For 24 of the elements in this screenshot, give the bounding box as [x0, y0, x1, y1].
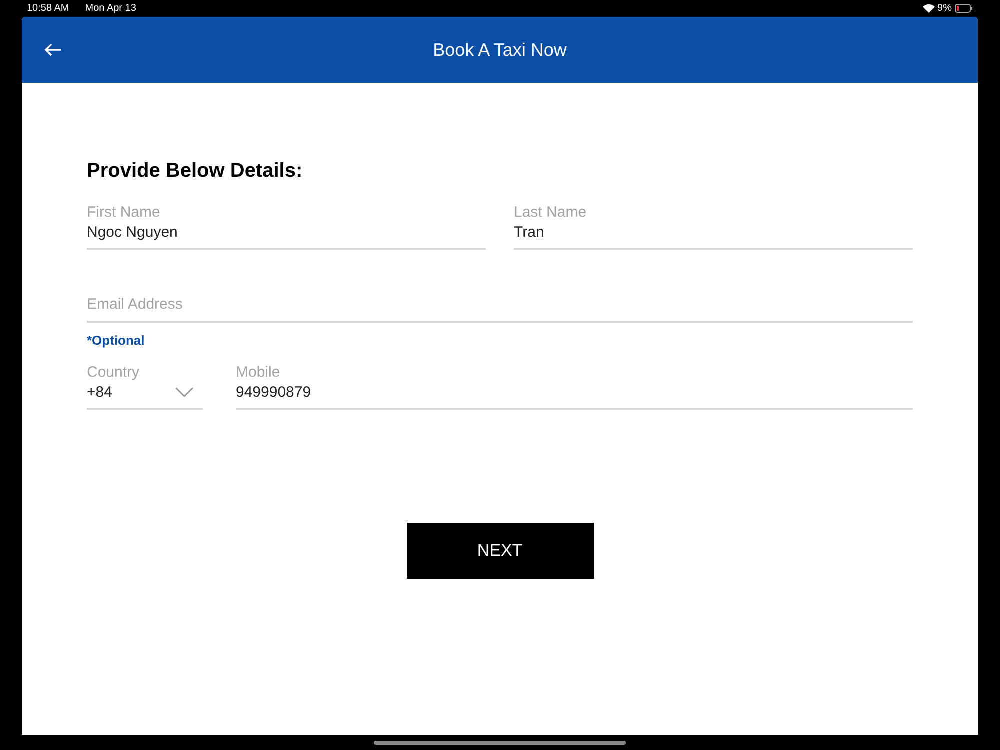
field-label: Last Name: [514, 204, 588, 222]
text-field[interactable]: Last Name Tran: [514, 204, 913, 250]
text-field[interactable]: First Name Ngoc Nguyen: [87, 204, 486, 250]
field-label: Mobile: [236, 364, 282, 382]
wifi-icon: [922, 4, 935, 13]
text-field[interactable]: Mobile 949990879: [236, 364, 913, 410]
country-dropdown[interactable]: Country +84: [87, 364, 203, 410]
field-value: Ngoc Nguyen: [87, 223, 179, 243]
battery-percent: 9%: [938, 2, 952, 16]
field-label: Country: [87, 364, 140, 382]
status-time: 10:58 AM: [27, 2, 70, 16]
email-field[interactable]: Email Address: [87, 292, 913, 322]
next-button[interactable]: NEXT: [406, 523, 594, 579]
battery-icon: [955, 4, 973, 13]
back-arrow-icon: [44, 43, 62, 57]
field-label: First Name: [87, 204, 162, 222]
header-title: Book A Taxi Now: [433, 38, 567, 62]
field-value: Tran: [514, 223, 546, 243]
optional-note: *Optional: [87, 332, 146, 350]
field-value: 949990879: [236, 383, 312, 403]
field-value: +84: [87, 383, 114, 403]
chevron-down-icon: [175, 387, 194, 398]
form-heading: Provide Below Details:: [87, 159, 304, 184]
status-date: Mon Apr 13: [85, 2, 136, 16]
